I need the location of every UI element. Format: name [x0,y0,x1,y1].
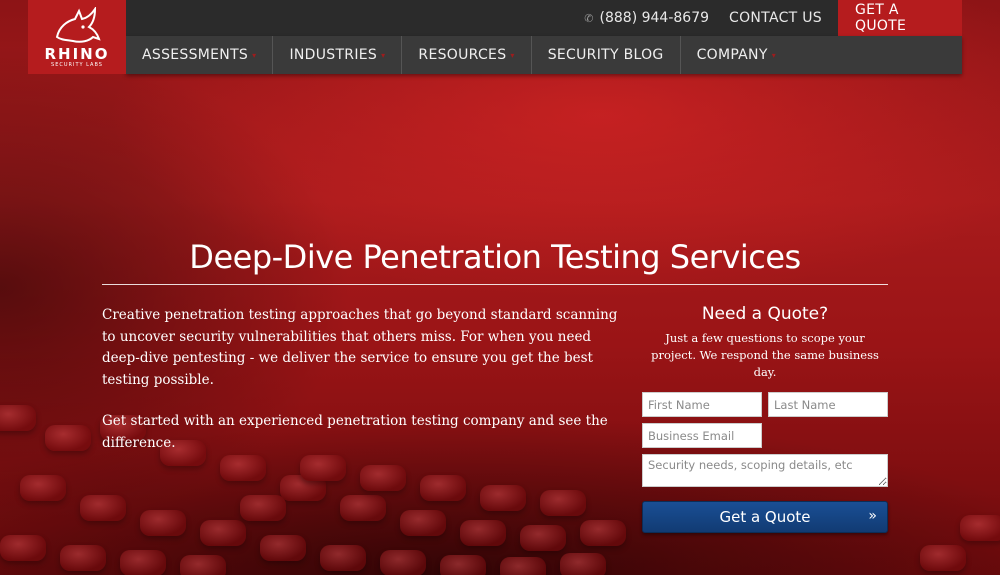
top-utility-bar: ✆ (888) 944-8679 CONTACT US GET A QUOTE [126,0,962,36]
chevron-down-icon: ▾ [381,50,386,60]
nav-item-resources[interactable]: RESOURCES ▾ [402,36,532,74]
hero-intro: Creative penetration testing approaches … [102,305,622,454]
intro-paragraph: Get started with an experienced penetrat… [102,413,608,451]
name-row [642,392,888,417]
submit-quote-button[interactable]: Get a Quote » [642,501,888,533]
chevron-down-icon: ▾ [510,50,515,60]
phone-icon: ✆ [584,11,594,25]
nav-item-label: INDUSTRIES [289,47,378,63]
submit-label: Get a Quote [719,508,811,526]
nav-item-security-blog[interactable]: SECURITY BLOG [532,36,681,74]
phone-link[interactable]: ✆ (888) 944-8679 [584,10,709,26]
quote-form: Need a Quote? Just a few questions to sc… [642,304,888,533]
nav-item-industries[interactable]: INDUSTRIES ▾ [273,36,403,74]
nav-item-label: COMPANY [696,47,768,63]
phone-number: (888) 944-8679 [599,10,710,26]
contact-us-link[interactable]: CONTACT US [729,10,822,26]
email-row [642,423,888,448]
nav-item-label: ASSESSMENTS [142,47,249,63]
chevron-down-icon: ▾ [252,50,257,60]
first-name-field[interactable] [642,392,762,417]
nav-item-label: SECURITY BLOG [547,47,664,63]
rhino-head-icon [55,6,101,43]
get-a-quote-button[interactable]: GET A QUOTE [838,0,962,36]
form-subtitle: Just a few questions to scope your proje… [651,331,879,379]
email-field[interactable] [642,423,762,448]
top-utility-links: ✆ (888) 944-8679 CONTACT US GET A QUOTE [584,0,962,36]
last-name-field[interactable] [768,392,888,417]
nav-item-assessments[interactable]: ASSESSMENTS ▾ [126,36,274,74]
nav-item-company[interactable]: COMPANY ▾ [681,36,792,74]
main-nav: ASSESSMENTS ▾ INDUSTRIES ▾ RESOURCES ▾ S… [126,36,962,74]
form-title: Need a Quote? [701,304,829,324]
intro-paragraph: Creative penetration testing approaches … [102,307,618,388]
page-title: Deep-Dive Penetration Testing Services [102,238,888,285]
chevron-down-icon: ▾ [771,50,777,60]
logo-subtitle: SECURITY LABS [51,61,103,68]
details-textarea[interactable] [642,454,888,487]
rhino-logo[interactable]: RHINO SECURITY LABS [28,0,126,74]
double-chevron-right-icon: » [868,508,877,524]
logo-wordmark: RHINO [44,44,110,63]
nav-item-label: RESOURCES [418,47,507,63]
